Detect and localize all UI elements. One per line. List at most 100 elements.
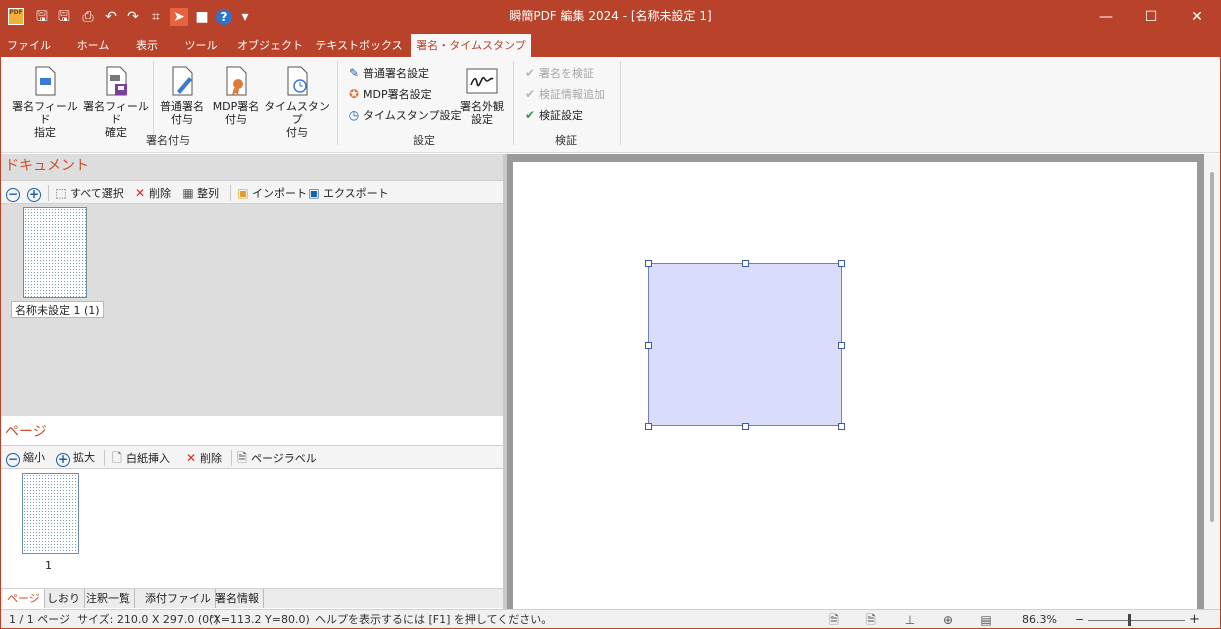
zoom-out-button[interactable]: − [6,183,20,203]
status-help-text: ヘルプを表示するには [F1] を押してください。 [315,613,553,626]
pen-settings-icon: ✎ [348,66,360,80]
tab-attachments[interactable]: 添付ファイル [141,589,216,608]
grid-icon: ▦ [182,186,194,200]
tab-textbox[interactable]: テキストボックス [315,34,403,57]
ribbon: 署名フィールド 指定 署名フィールド 確定 普通署名 付与 MDP署名 付与 タ… [1,57,1220,153]
verification-settings-button[interactable]: ✔ 検証設定 [523,105,583,125]
select-all-button[interactable]: ⬚ すべて選択 [54,183,123,203]
zoom-plus-button[interactable]: + [1189,610,1200,628]
resize-handle[interactable] [742,423,749,430]
document-panel-title: ドキュメント [5,158,89,174]
resize-handle[interactable] [645,423,652,430]
import-button[interactable]: ▣ インポート [236,183,307,203]
mdp-signature-settings-button[interactable]: ✪ MDP署名設定 [347,84,432,104]
blank-page-icon: 🗋 [112,451,122,465]
scrollbar-thumb[interactable] [1210,172,1214,522]
tab-annotations[interactable]: 注釈一覧 [82,589,135,608]
first-page-icon[interactable]: 🗎 [827,613,841,627]
zoom-slider-thumb[interactable] [1128,614,1131,626]
close-button[interactable]: ✕ [1174,1,1220,34]
zoom-slider-track[interactable] [1088,620,1185,621]
signature-field-confirm-icon [106,66,127,96]
document-thumbnail[interactable] [23,207,87,298]
delete-icon: ✕ [185,451,197,465]
status-coordinates: (X=113.2 Y=80.0) [209,613,310,626]
arrange-button[interactable]: ▦ 整列 [181,183,219,203]
next-page-icon[interactable]: 🗎 [864,613,878,627]
minus-circle-icon: − [6,187,20,202]
normal-signature-icon [172,66,193,96]
mdp-settings-icon: ✪ [348,87,360,101]
export-button[interactable]: ▣ エクスポート [307,183,388,203]
page-panel-title: ページ [5,424,47,440]
page-number-label: 1 [45,559,52,572]
page-toolbar: − 縮小 + 拡大 🗋 白紙挿入 ✕ 削除 🗎 ページラベル [1,445,503,469]
signature-appearance-icon [466,68,498,94]
fit-width-icon[interactable]: ▤ [979,613,993,627]
toolbar-separator [48,185,49,201]
tab-object[interactable]: オブジェクト [235,34,305,57]
resize-handle[interactable] [838,423,845,430]
toolbar-separator [230,185,231,201]
ribbon-separator [337,61,338,145]
selected-rectangle-object[interactable] [648,263,842,426]
resize-handle[interactable] [742,260,749,267]
tab-bookmarks[interactable]: しおり [43,589,85,608]
ribbon-separator [513,61,514,145]
page-label-button[interactable]: 🗎 ページラベル [235,448,317,468]
fit-height-icon[interactable]: ⊥ [903,613,917,627]
status-page: 1 / 1 ページ [9,613,70,626]
enlarge-button[interactable]: + 拡大 [56,448,95,468]
shrink-button[interactable]: − 縮小 [6,448,45,468]
zoom-in-button[interactable]: + [27,183,41,203]
add-verification-info-button[interactable]: ✔ 検証情報追加 [523,84,605,104]
signature-field-button[interactable]: 署名フィールド 指定 [10,63,80,139]
page-thumbnail[interactable] [22,473,79,554]
insert-blank-page-button[interactable]: 🗋 白紙挿入 [110,448,170,468]
tab-signature-timestamp[interactable]: 署名・タイムスタンプ [411,34,531,57]
maximize-button[interactable]: ☐ [1128,1,1174,34]
clock-settings-icon: ◷ [348,108,360,122]
delete-document-button[interactable]: ✕ 削除 [133,183,171,203]
check-add-icon: ✔ [524,87,536,101]
tab-pages[interactable]: ページ [3,589,45,608]
mdp-signature-button[interactable]: MDP署名 付与 [201,63,271,133]
zoom-level: 86.3% [1022,613,1057,626]
tab-view[interactable]: 表示 [123,34,171,57]
pdf-page[interactable] [513,162,1197,609]
toolbar-separator [104,450,105,466]
status-page-size: サイズ: 210.0 X 297.0 (0°) [77,613,219,626]
signature-field-icon [35,66,56,96]
fit-page-icon[interactable]: ⊕ [941,613,955,627]
ribbon-separator [620,61,621,145]
plus-circle-icon: + [27,187,41,202]
tab-home[interactable]: ホーム [65,34,121,57]
resize-handle[interactable] [645,342,652,349]
check-icon: ✔ [524,66,536,80]
signature-field-confirm-button[interactable]: 署名フィールド 確定 [81,63,151,139]
verify-signature-button[interactable]: ✔ 署名を検証 [523,63,594,83]
panel-bottom-tabs: ページ しおり 注釈一覧 添付ファイル 署名情報 [1,588,503,608]
timestamp-settings-button[interactable]: ◷ タイムスタンプ設定 [347,105,462,125]
sign-group-label: 署名付与 [146,134,190,147]
normal-signature-settings-button[interactable]: ✎ 普通署名設定 [347,63,429,83]
page-label-icon: 🗎 [237,451,247,465]
delete-page-button[interactable]: ✕ 削除 [184,448,222,468]
resize-handle[interactable] [838,260,845,267]
timestamp-button[interactable]: タイムスタンプ 付与 [262,63,332,139]
tab-file[interactable]: ファイル [1,34,57,57]
signature-appearance-button[interactable]: 署名外観 設定 [447,63,517,133]
resize-handle[interactable] [838,342,845,349]
tab-tools[interactable]: ツール [175,34,227,57]
window-title: 瞬簡PDF 編集 2024 - [名称未設定 1] [509,9,712,23]
document-canvas[interactable] [507,154,1204,609]
resize-handle[interactable] [645,260,652,267]
zoom-minus-button[interactable]: − [1075,610,1084,628]
minimize-button[interactable]: — [1083,1,1129,34]
verify-group-label: 検証 [555,134,577,147]
tab-signature-info[interactable]: 署名情報 [211,589,264,608]
vertical-scrollbar[interactable] [1204,154,1220,609]
timestamp-icon [287,66,308,96]
plus-circle-icon: + [56,452,70,467]
import-icon: ▣ [237,186,249,200]
